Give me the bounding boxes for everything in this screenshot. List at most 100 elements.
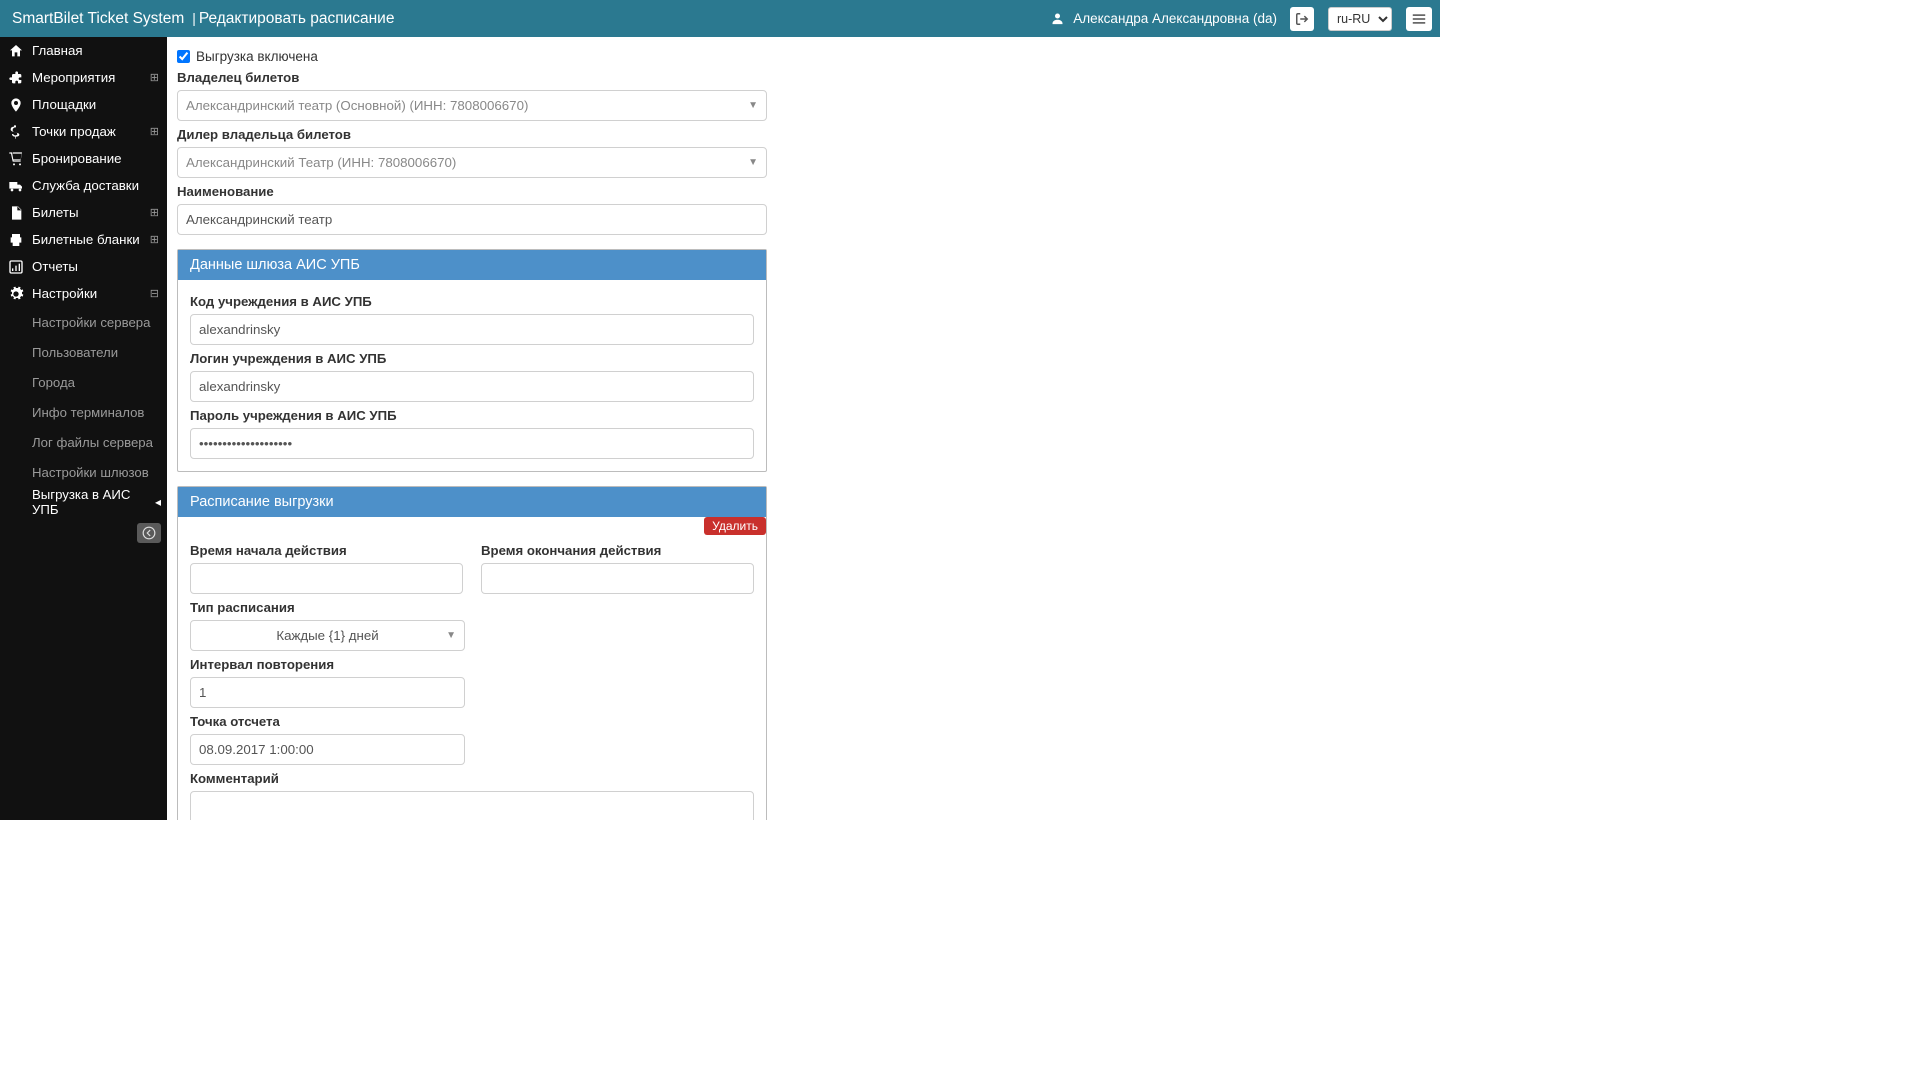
home-icon <box>8 43 24 59</box>
user-icon <box>1050 11 1065 26</box>
sidebar-item-label: Служба доставки <box>32 178 159 193</box>
caret-down-icon: ▼ <box>748 157 758 168</box>
type-select[interactable]: Каждые {1} дней ▼ <box>190 620 465 651</box>
sidebar-item-tickets[interactable]: Билеты ⊞ <box>0 199 167 226</box>
doc-icon <box>8 205 24 221</box>
sidebar-item-reports[interactable]: Отчеты <box>0 253 167 280</box>
sidebar-item-events[interactable]: Мероприятия ⊞ <box>0 64 167 91</box>
code-label: Код учреждения в АИС УПБ <box>190 294 754 309</box>
language-select[interactable]: ru-RU <box>1328 7 1392 31</box>
expand-icon: ⊞ <box>150 71 159 84</box>
sidebar: Главная Мероприятия ⊞ Площадки Точки про… <box>0 37 167 820</box>
name-label: Наименование <box>177 184 767 199</box>
user-name[interactable]: Александра Александровна (da) <box>1073 11 1277 26</box>
sidebar-collapse-button[interactable] <box>137 523 161 543</box>
chevron-right-icon: ◂ <box>155 495 161 509</box>
sidebar-item-blanks[interactable]: Билетные бланки ⊞ <box>0 226 167 253</box>
truck-icon <box>8 178 24 194</box>
page-title: Редактировать расписание <box>199 10 395 28</box>
sidebar-item-label: Мероприятия <box>32 70 150 85</box>
end-label: Время окончания действия <box>481 543 754 558</box>
expand-icon: ⊞ <box>150 233 159 246</box>
sidebar-sub-logs[interactable]: Лог файлы сервера <box>0 427 167 457</box>
puzzle-icon <box>8 70 24 86</box>
gateway-panel: Данные шлюза АИС УПБ Код учреждения в АИ… <box>177 249 767 472</box>
sidebar-sub-label: Настройки шлюзов <box>32 465 149 480</box>
start-label: Время начала действия <box>190 543 463 558</box>
pin-icon <box>8 97 24 113</box>
logout-button[interactable] <box>1290 7 1314 31</box>
comment-textarea[interactable] <box>190 791 754 820</box>
anchor-input[interactable] <box>190 734 465 765</box>
caret-down-icon: ▼ <box>748 100 758 111</box>
upload-enabled-label: Выгрузка включена <box>196 49 318 64</box>
dealer-select-value: Александринский Театр (ИНН: 7808006670) <box>186 155 456 170</box>
sidebar-sub-label: Лог файлы сервера <box>32 435 153 450</box>
owner-select[interactable]: Александринский театр (Основной) (ИНН: 7… <box>177 90 767 121</box>
sidebar-item-settings[interactable]: Настройки ⊟ <box>0 280 167 307</box>
sidebar-item-venues[interactable]: Площадки <box>0 91 167 118</box>
delete-button[interactable]: Удалить <box>704 517 766 535</box>
type-select-value: Каждые {1} дней <box>199 628 456 643</box>
user-block: Александра Александровна (da) ru-RU <box>1050 7 1432 31</box>
sidebar-item-label: Главная <box>32 43 159 58</box>
sidebar-sub-users[interactable]: Пользователи <box>0 337 167 367</box>
upload-enabled-checkbox[interactable] <box>177 50 190 63</box>
code-input[interactable] <box>190 314 754 345</box>
end-input[interactable] <box>481 563 754 594</box>
sidebar-item-label: Точки продаж <box>32 124 150 139</box>
sidebar-sub-label: Выгрузка в АИС УПБ <box>32 487 155 517</box>
cart-icon <box>8 151 24 167</box>
print-icon <box>8 232 24 248</box>
expand-icon: ⊞ <box>150 125 159 138</box>
dollar-icon <box>8 124 24 140</box>
menu-button[interactable] <box>1406 7 1432 31</box>
name-input[interactable] <box>177 204 767 235</box>
owner-label: Владелец билетов <box>177 70 767 85</box>
sidebar-item-delivery[interactable]: Служба доставки <box>0 172 167 199</box>
comment-label: Комментарий <box>190 771 754 786</box>
anchor-label: Точка отсчета <box>190 714 465 729</box>
header: SmartBilet Ticket System | Редактировать… <box>0 0 1440 37</box>
caret-down-icon: ▼ <box>446 630 456 641</box>
sidebar-sub-label: Пользователи <box>32 345 118 360</box>
sidebar-item-label: Билеты <box>32 205 150 220</box>
sidebar-sub-label: Инфо терминалов <box>32 405 144 420</box>
upload-enabled-row: Выгрузка включена <box>177 49 767 64</box>
app-title: SmartBilet Ticket System <box>12 10 184 28</box>
gateway-panel-title: Данные шлюза АИС УПБ <box>178 250 766 280</box>
sidebar-item-pos[interactable]: Точки продаж ⊞ <box>0 118 167 145</box>
title-separator: | <box>192 11 196 26</box>
sidebar-sub-ais-upb[interactable]: Выгрузка в АИС УПБ ◂ <box>0 487 167 517</box>
schedule-panel: Расписание выгрузки Удалить Время начала… <box>177 486 767 820</box>
interval-label: Интервал повторения <box>190 657 465 672</box>
sidebar-sub-label: Настройки сервера <box>32 315 150 330</box>
password-label: Пароль учреждения в АИС УПБ <box>190 408 754 423</box>
sidebar-item-label: Билетные бланки <box>32 232 150 247</box>
sidebar-sub-terminals[interactable]: Инфо терминалов <box>0 397 167 427</box>
expand-icon: ⊞ <box>150 206 159 219</box>
login-input[interactable] <box>190 371 754 402</box>
login-label: Логин учреждения в АИС УПБ <box>190 351 754 366</box>
dealer-label: Дилер владельца билетов <box>177 127 767 142</box>
start-input[interactable] <box>190 563 463 594</box>
schedule-panel-title: Расписание выгрузки <box>178 487 766 517</box>
type-label: Тип расписания <box>190 600 465 615</box>
collapse-icon: ⊟ <box>150 287 159 300</box>
sidebar-sub-gateways[interactable]: Настройки шлюзов <box>0 457 167 487</box>
sidebar-sub-server-settings[interactable]: Настройки сервера <box>0 307 167 337</box>
interval-input[interactable] <box>190 677 465 708</box>
sidebar-item-label: Площадки <box>32 97 159 112</box>
gear-icon <box>8 286 24 302</box>
sidebar-item-home[interactable]: Главная <box>0 37 167 64</box>
sidebar-item-label: Бронирование <box>32 151 159 166</box>
sidebar-item-label: Отчеты <box>32 259 159 274</box>
main-content: Выгрузка включена Владелец билетов Алекс… <box>167 37 1440 820</box>
owner-select-value: Александринский театр (Основной) (ИНН: 7… <box>186 98 528 113</box>
chart-icon <box>8 259 24 275</box>
sidebar-sub-cities[interactable]: Города <box>0 367 167 397</box>
sidebar-sub-label: Города <box>32 375 75 390</box>
password-input[interactable] <box>190 428 754 459</box>
dealer-select[interactable]: Александринский Театр (ИНН: 7808006670) … <box>177 147 767 178</box>
sidebar-item-booking[interactable]: Бронирование <box>0 145 167 172</box>
